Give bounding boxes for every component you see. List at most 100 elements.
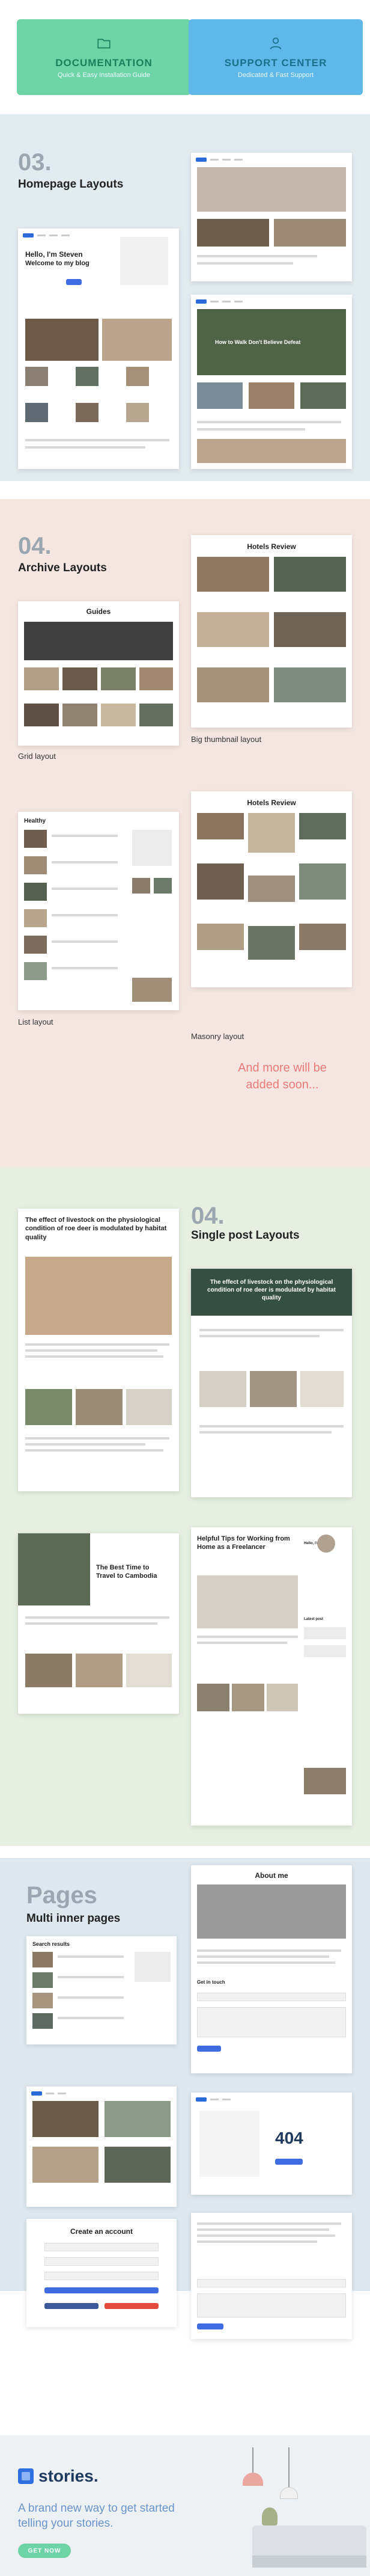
thumb-image [197,382,243,409]
grid-thumb [62,704,97,726]
homepage-mock-2 [191,153,352,281]
result-thumb [32,1972,53,1988]
create-account-button[interactable] [44,2287,159,2293]
thumb-image [300,382,346,409]
post4-gallery [267,1684,298,1711]
feature-image [274,219,346,247]
grid-hero-image [24,622,173,660]
category-thumb [105,2101,171,2137]
masonry-thumb [248,876,295,902]
post2-gallery [199,1371,246,1407]
big-thumb [274,557,346,592]
brand-logo: stories. [18,2467,99,2486]
category-page-mock [26,2087,177,2207]
category-thumb [32,2147,99,2183]
top-banners: DOCUMENTATION Quick & Easy Installation … [0,0,370,108]
big-thumb [197,667,269,702]
feature-image [25,319,99,361]
facebook-signup-button[interactable] [44,2303,99,2309]
homepage-number: 03. [18,149,52,176]
archive-section: 04. Archive Layouts Guides Grid layout H… [0,499,370,1167]
sidebar-image [132,978,172,1002]
big-caption: Big thumbnail layout [191,735,262,744]
documentation-subtitle: Quick & Easy Installation Guide [57,72,151,79]
featured-title: How to Walk Don't Believe Defeat [215,339,301,345]
user-icon [270,37,282,50]
search-sidebar [135,1952,171,1982]
list-thumb [24,962,47,980]
contact-field[interactable] [197,2279,346,2287]
footer-promo: stories. A brand new way to get started … [0,2435,370,2576]
hero-button[interactable] [66,279,82,285]
contact-name-field[interactable] [197,1993,346,2001]
post1-title: The effect of livestock on the physiolog… [25,1216,167,1241]
grid-layout-mock: Guides [18,601,179,746]
about-hero-image [197,1884,346,1939]
google-signup-button[interactable] [105,2303,159,2309]
grid-page-title: Guides [86,607,111,616]
homepage-title: Homepage Layouts [18,178,124,191]
back-home-button[interactable] [275,2159,303,2165]
contact-send-button[interactable] [197,2323,223,2329]
big-page-title: Hotels Review [247,542,296,551]
contact-field[interactable] [197,2293,346,2317]
thumb-image [76,367,99,386]
hero-greeting: Hello, I'm Steven [25,250,83,259]
create-account-mock: Create an account [26,2219,177,2327]
error-page-mock: 404 [191,2093,352,2195]
account-password-field[interactable] [44,2272,159,2280]
list-thumb [24,830,47,848]
post3-title: The Best Time to Travel to Cambodia [96,1564,157,1580]
single-number: 04. [191,1203,225,1229]
pages-title: Pages [26,1882,97,1909]
post3-gallery [76,1654,123,1687]
thumb-image [126,403,149,422]
feature-image [197,219,269,247]
lamp-cord [288,2447,290,2489]
list-page-title: Healthy [24,818,46,824]
footer-image [197,439,346,463]
thumb-image [126,367,149,386]
single-post-mock-1: The effect of livestock on the physiolog… [18,1209,179,1491]
about-me-mock: About me Get in touch [191,1865,352,2073]
post2-gallery [250,1371,297,1407]
support-banner[interactable]: SUPPORT CENTER Dedicated & Fast Support [189,19,363,95]
big-thumb [274,667,346,702]
list-thumb [24,883,47,901]
sidebar-heading: Latest post [304,1618,324,1621]
list-sidebar [132,830,172,866]
contact-submit-button[interactable] [197,2046,221,2052]
post4-gallery [232,1684,264,1711]
post4-hero-image [197,1575,298,1628]
big-thumb [197,557,269,592]
contact-message-field[interactable] [197,2007,346,2037]
masonry-caption: Masonry layout [191,1032,244,1041]
get-now-button[interactable]: GET NOW [18,2544,71,2558]
account-email-field[interactable] [44,2257,159,2266]
plant [262,2507,278,2525]
grid-thumb [139,667,173,690]
single-post-section: 04. Single post Layouts The effect of li… [0,1167,370,1846]
post3-hero-image [18,1533,90,1605]
account-name-field[interactable] [44,2243,159,2251]
sofa-base [252,2556,366,2568]
category-thumb [105,2147,171,2183]
masonry-thumb [299,813,346,839]
post1-gallery [76,1389,123,1425]
big-thumb [197,612,269,647]
masonry-thumb [299,924,346,950]
big-thumb [274,612,346,647]
promo-tagline: A brand new way to get started telling y… [18,2502,175,2530]
single-post-mock-2: The effect of livestock on the physiolog… [191,1269,352,1497]
documentation-banner[interactable]: DOCUMENTATION Quick & Easy Installation … [17,19,191,95]
homepage-mock-1: Hello, I'm Steven Welcome to my blog [18,228,179,469]
sofa [252,2525,366,2556]
masonry-thumb [248,926,295,960]
about-title: About me [255,1871,288,1880]
pendant-lamp [243,2473,263,2486]
thumb-image [249,382,294,409]
result-thumb [32,1952,53,1967]
pages-section: Pages Multi inner pages Search results A… [0,1858,370,2339]
masonry-thumb [197,813,244,839]
contact-title: Get in touch [197,1980,225,1985]
